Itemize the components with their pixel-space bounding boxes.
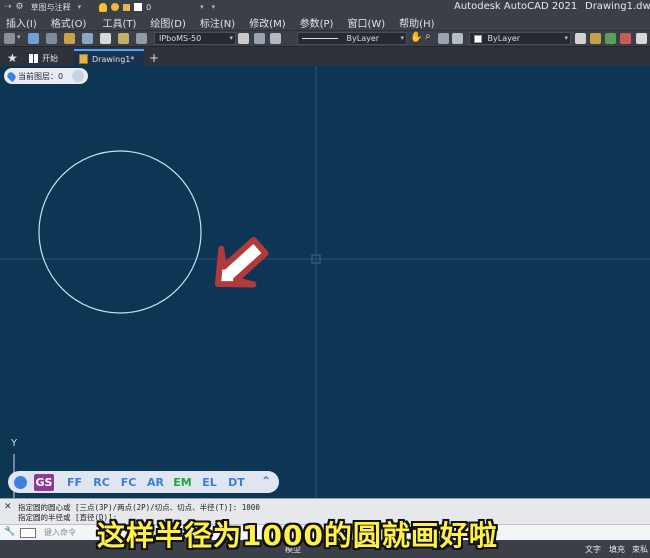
pointer-arrow-icon: [215, 236, 269, 288]
command-ar-button[interactable]: AR: [142, 476, 169, 489]
markup-icon[interactable]: [636, 33, 647, 44]
workspace-dropdown[interactable]: 草图与注释: [28, 2, 74, 13]
menu-modify[interactable]: 修改(M): [245, 15, 285, 30]
quick-access-toolbar: ⇢ ⚙ 草图与注释 ▾ 0 ▾ ▾: [0, 2, 215, 13]
chevron-up-icon[interactable]: ⌃: [259, 474, 273, 488]
command-fc-button[interactable]: FC: [115, 476, 142, 489]
text-status[interactable]: 文字: [585, 544, 601, 555]
zoom-window-icon[interactable]: [438, 33, 449, 44]
zoom-previous-icon[interactable]: [452, 33, 463, 44]
command-el-button[interactable]: EL: [196, 476, 223, 489]
canvas-graphics: [0, 66, 650, 498]
menu-help[interactable]: 帮助(H): [395, 15, 434, 30]
windows-icon: [29, 53, 38, 63]
linetype-dropdown[interactable]: ByLayer ▾: [297, 32, 407, 45]
menu-bar: 插入(I) 格式(O) 工具(T) 绘图(D) 标注(N) 修改(M) 参数(P…: [0, 14, 650, 30]
command-input[interactable]: 键入命令: [44, 527, 76, 538]
drawn-circle[interactable]: [38, 150, 202, 314]
redo-icon[interactable]: ⇢: [4, 2, 12, 12]
sheet-set-icon[interactable]: [620, 33, 631, 44]
menu-dimension[interactable]: 标注(N): [196, 15, 235, 30]
chevron-down-icon: ▾: [229, 34, 233, 42]
current-layer-indicator[interactable]: 当前图层：0: [4, 68, 89, 84]
dim-style-value: IPboMS-50: [159, 34, 202, 43]
scale-icon[interactable]: [118, 33, 129, 44]
tab-drawing1[interactable]: Drawing1*: [74, 49, 144, 67]
sun-icon[interactable]: [111, 3, 120, 11]
layer-dropdown-icon[interactable]: ▾: [17, 33, 21, 45]
lock-icon[interactable]: [123, 3, 131, 11]
drawing-icon: [79, 54, 88, 64]
tab-drawing1-label: Drawing1*: [92, 54, 135, 64]
command-ff-button[interactable]: FF: [61, 476, 88, 489]
plus-icon: +: [149, 51, 160, 65]
file-tab-bar: ★ 开始 Drawing1* +: [0, 46, 650, 67]
menu-window[interactable]: 窗口(W): [343, 15, 385, 30]
customize-icon[interactable]: ▾: [212, 3, 216, 11]
command-gs-button[interactable]: GS: [34, 473, 54, 491]
new-tab-button[interactable]: +: [144, 49, 164, 67]
layer-color-icon[interactable]: [134, 3, 143, 11]
tab-favorites[interactable]: ★: [2, 49, 23, 67]
color-value: ByLayer: [487, 34, 521, 43]
settings-icon[interactable]: [14, 475, 27, 489]
ucs-y-label: Y: [11, 438, 18, 449]
layer-state-icon[interactable]: [270, 33, 281, 44]
title-bar: ⇢ ⚙ 草图与注释 ▾ 0 ▾ ▾ Autodesk AutoCAD 2021 …: [0, 0, 650, 14]
location-pin-icon: [5, 70, 18, 82]
text-style-icon[interactable]: [28, 33, 39, 44]
wrench-icon[interactable]: 🔧: [4, 527, 15, 537]
tool-palettes-icon[interactable]: [605, 33, 616, 44]
properties-toolbar: ▾ IPboMS-50 ▾ ByLayer ▾ ✋ ⌕ ByLayer ▾: [0, 30, 650, 46]
linetype-sample: [302, 38, 338, 39]
workspace-icon[interactable]: ⚙: [16, 2, 24, 12]
hand-pan-icon[interactable]: ✋: [410, 32, 422, 44]
table-style-icon[interactable]: [82, 33, 93, 44]
chevron-down-icon: ▾: [400, 34, 404, 42]
menu-parametric[interactable]: 参数(P): [296, 15, 334, 30]
dim-style-icon[interactable]: [46, 33, 57, 44]
zoom-icon[interactable]: ⌕: [425, 31, 431, 43]
pan-icon[interactable]: [254, 33, 265, 44]
layer-dropdown-icon[interactable]: ▾: [200, 3, 204, 11]
app-title: Autodesk AutoCAD 2021: [454, 1, 578, 12]
menu-tools[interactable]: 工具(T): [98, 15, 136, 30]
layer-name[interactable]: 0: [146, 3, 196, 12]
tab-start[interactable]: 开始: [24, 49, 63, 67]
dim-style-dropdown[interactable]: IPboMS-50 ▾: [154, 32, 236, 45]
tab-start-label: 开始: [42, 53, 58, 63]
layer-tool-icon[interactable]: [72, 70, 85, 82]
menu-format[interactable]: 格式(O): [47, 15, 87, 30]
linetype-value: ByLayer: [346, 34, 380, 43]
drawing-canvas[interactable]: 当前图层：0 Y GS FF RC FC AR EM EL DT ⌃: [0, 66, 650, 498]
layer-match-icon[interactable]: [4, 33, 15, 44]
command-prompt-icon[interactable]: [20, 528, 36, 538]
file-title: Drawing1.dwg: [585, 1, 650, 12]
menu-draw[interactable]: 绘图(D): [146, 15, 186, 30]
fill-status[interactable]: 填充: [609, 544, 625, 555]
quick-command-bar: GS FF RC FC AR EM EL DT ⌃: [8, 471, 279, 493]
command-em-button[interactable]: EM: [169, 476, 196, 489]
chevron-down-icon: ▾: [564, 34, 568, 42]
star-icon: ★: [7, 51, 18, 65]
mleader-style-icon[interactable]: [100, 33, 111, 44]
style-status[interactable]: 束私: [632, 544, 648, 555]
dropdown-icon[interactable]: ▾: [78, 3, 82, 11]
menu-insert[interactable]: 插入(I): [2, 15, 37, 30]
lightbulb-icon[interactable]: [99, 2, 108, 12]
command-dt-button[interactable]: DT: [223, 476, 250, 489]
design-center-icon[interactable]: [590, 33, 601, 44]
plot-style-icon[interactable]: [136, 33, 147, 44]
color-dropdown[interactable]: ByLayer ▾: [469, 32, 571, 45]
multileader-icon[interactable]: [64, 33, 75, 44]
color-swatch: [474, 34, 482, 43]
match-properties-icon[interactable]: [238, 33, 249, 44]
current-layer-label: 当前图层：0: [18, 71, 64, 81]
command-rc-button[interactable]: RC: [88, 476, 115, 489]
video-subtitle: 这样半径为1000的圆就画好啦: [97, 519, 498, 552]
close-icon[interactable]: ✕: [4, 502, 12, 512]
properties-icon[interactable]: [575, 33, 586, 44]
